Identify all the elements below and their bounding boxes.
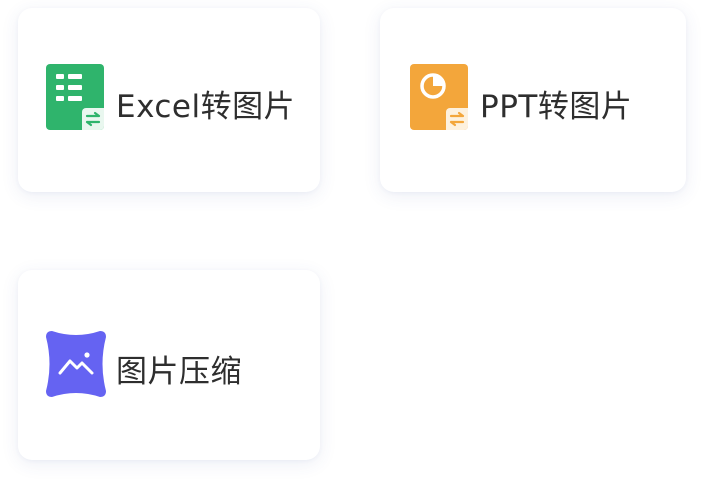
excel-convert-icon [46,64,104,130]
excel-to-image-label: Excel转图片 [116,89,296,125]
image-compress-label: 图片压缩 [116,354,242,390]
image-compress-card[interactable]: 图片压缩 [18,270,320,460]
ppt-convert-icon [410,64,468,130]
image-compress-icon [46,331,106,397]
excel-to-image-card[interactable]: Excel转图片 [18,8,320,192]
ppt-to-image-label: PPT转图片 [480,89,633,125]
ppt-to-image-card[interactable]: PPT转图片 [380,8,686,192]
